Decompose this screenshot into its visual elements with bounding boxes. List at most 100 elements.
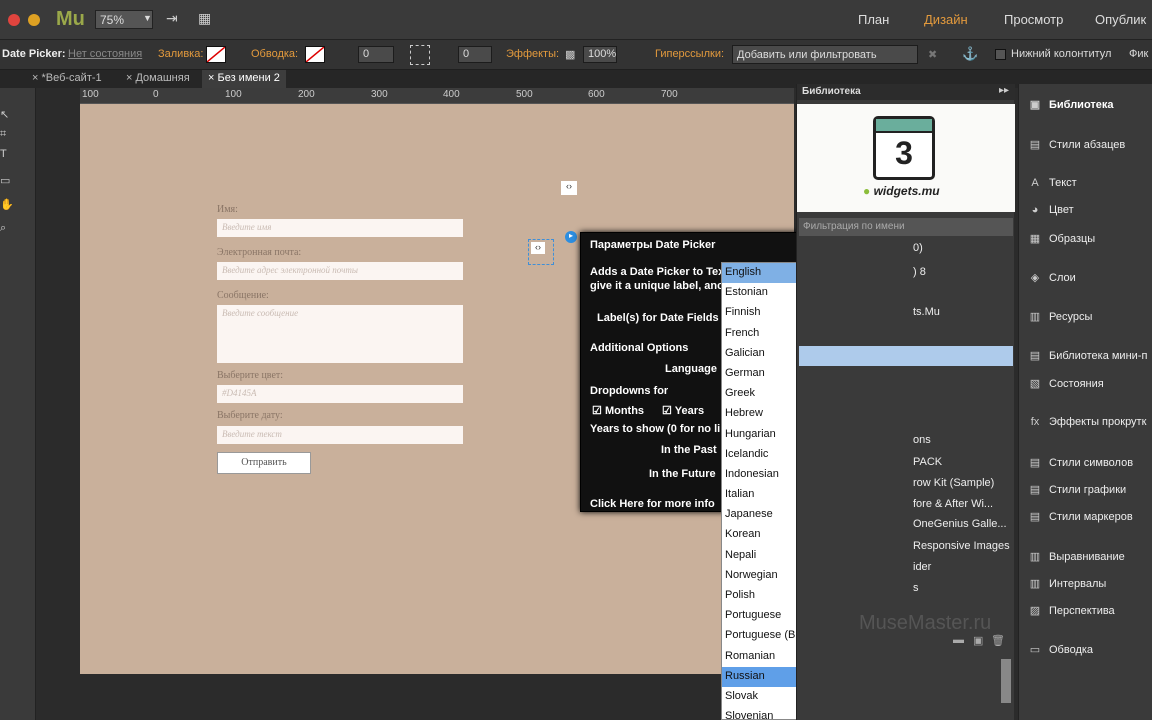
- library-item[interactable]: ider: [913, 561, 931, 573]
- expand-icon[interactable]: ▸▸: [999, 85, 1009, 96]
- panel-label: Образцы: [1049, 233, 1096, 245]
- footer-checkbox[interactable]: [995, 49, 1006, 60]
- panel-assets[interactable]: ▥ Ресурсы: [1027, 310, 1093, 323]
- place-icon[interactable]: ⇥: [166, 10, 178, 27]
- assets-icon: ▥: [1029, 311, 1041, 323]
- library-item[interactable]: ts.Mu: [913, 306, 940, 318]
- years-checkbox[interactable]: ☑ Years: [662, 404, 704, 417]
- library-item[interactable]: ) 8: [913, 266, 926, 278]
- labels-field-label: Label(s) for Date Fields: [597, 312, 719, 324]
- panel-label: Текст: [1049, 177, 1077, 189]
- selection-tool-icon[interactable]: ↖: [0, 108, 9, 121]
- opacity-input[interactable]: 100%: [583, 46, 617, 63]
- menu-plan[interactable]: План: [858, 12, 889, 27]
- library-item[interactable]: OneGenius Galle...: [913, 518, 1007, 530]
- panel-perspective[interactable]: ▨ Перспектива: [1027, 604, 1115, 617]
- view-mode-icon[interactable]: ▦: [198, 10, 211, 27]
- more-info-link[interactable]: Click Here for more info: [590, 498, 715, 510]
- close-window-icon[interactable]: [8, 14, 20, 26]
- tab-untitled-2[interactable]: × Без имени 2: [202, 70, 286, 88]
- tab-home[interactable]: × Домашняя: [120, 70, 196, 88]
- library-filter-input[interactable]: Фильтрация по имени: [799, 218, 1013, 236]
- panel-layers[interactable]: ◈ Слои: [1027, 271, 1076, 284]
- text-tool-icon[interactable]: T: [0, 148, 7, 160]
- ruler-tick: 100: [225, 89, 242, 100]
- panel-scroll-effects[interactable]: fx Эффекты прокрутк: [1027, 416, 1147, 428]
- widget-placeholder-icon: ‹›: [531, 242, 545, 254]
- menu-preview[interactable]: Просмотр: [1004, 12, 1063, 27]
- panel-spacing[interactable]: ▥ Интервалы: [1027, 577, 1107, 590]
- panel-label: Слои: [1049, 272, 1076, 284]
- menu-design[interactable]: Дизайн: [924, 12, 968, 27]
- state-select[interactable]: Нет состояния: [68, 48, 142, 60]
- date-input[interactable]: Введите текст: [217, 426, 463, 444]
- email-input[interactable]: Введите адрес электронной почты: [217, 262, 463, 280]
- widget-placeholder-icon[interactable]: ‹›: [561, 181, 577, 195]
- library-item[interactable]: s: [913, 582, 919, 594]
- chevron-down-icon[interactable]: ▼: [143, 13, 152, 23]
- add-library-icon[interactable]: ▣: [973, 634, 983, 647]
- panel-swatches[interactable]: ▦ Образцы: [1027, 232, 1095, 245]
- library-selected-row[interactable]: [799, 346, 1013, 366]
- trash-icon[interactable]: 🗑: [991, 634, 1005, 647]
- panel-character-styles[interactable]: ▤ Стили символов: [1027, 456, 1133, 469]
- stroke-width-input[interactable]: 0: [358, 46, 394, 63]
- tab-website-1[interactable]: × *Веб-сайт-1: [26, 70, 108, 88]
- dropdowns-for-label: Dropdowns for: [590, 385, 669, 397]
- crop-tool-icon[interactable]: ⌗: [0, 128, 6, 141]
- panel-mini-library[interactable]: ▤ Библиотека мини-п: [1027, 349, 1148, 362]
- library-scroll-thumb[interactable]: [1001, 659, 1011, 703]
- widget-options-icon[interactable]: ▸: [565, 231, 577, 243]
- library-item[interactable]: 0): [913, 242, 923, 254]
- hand-tool-icon[interactable]: ✋: [0, 198, 14, 211]
- minimize-window-icon[interactable]: [28, 14, 40, 26]
- selected-widget-frame[interactable]: ‹›: [528, 239, 554, 265]
- corner-radius-icon: [410, 45, 430, 65]
- swatches-icon: ▦: [1029, 233, 1041, 245]
- hyperlink-select[interactable]: Добавить или фильтровать: [732, 45, 918, 64]
- panel-label: Перспектива: [1049, 605, 1115, 617]
- tools-and-vertical-ruler: ↖ ⌗ T ▭ ✋ ⌕: [0, 88, 48, 720]
- calendar-icon: 3: [873, 116, 935, 180]
- panel-label: Стили маркеров: [1049, 511, 1133, 523]
- effects-label: Эффекты:: [506, 48, 560, 60]
- corner-radius-input[interactable]: 0: [458, 46, 492, 63]
- library-item[interactable]: PACK: [913, 456, 942, 468]
- rectangle-tool-icon[interactable]: ▭: [0, 174, 10, 187]
- submit-button[interactable]: Отправить: [217, 452, 311, 474]
- panel-library[interactable]: ▣ Библиотека: [1027, 98, 1114, 111]
- anchor-icon[interactable]: ⚓: [962, 46, 978, 62]
- panel-color[interactable]: ◕ Цвет: [1027, 204, 1074, 216]
- spacing-icon: ▥: [1029, 578, 1041, 590]
- months-checkbox[interactable]: ☑ Months: [592, 404, 644, 417]
- years-to-show-label: Years to show (0 for no li: [590, 423, 721, 435]
- panel-stroke[interactable]: ▭ Обводка: [1027, 643, 1093, 656]
- panel-text[interactable]: A Текст: [1027, 177, 1077, 189]
- message-input[interactable]: Введите сообщение: [217, 305, 463, 363]
- dialog-title: Параметры Date Picker: [590, 239, 716, 251]
- new-folder-icon[interactable]: ▬: [953, 634, 964, 646]
- menu-publish[interactable]: Опублик: [1095, 12, 1146, 27]
- library-item[interactable]: Responsive Images: [913, 540, 1010, 552]
- ruler-tick: 600: [588, 89, 605, 100]
- library-item[interactable]: row Kit (Sample): [913, 477, 994, 489]
- panel-graphic-styles[interactable]: ▤ Стили графики: [1027, 483, 1126, 496]
- panel-align[interactable]: ▥ Выравнивание: [1027, 550, 1125, 563]
- panel-bullet-styles[interactable]: ▤ Стили маркеров: [1027, 510, 1133, 523]
- fill-swatch[interactable]: [206, 46, 226, 63]
- panel-label: Обводка: [1049, 644, 1094, 656]
- name-input[interactable]: Введите имя: [217, 219, 463, 237]
- library-item[interactable]: ons: [913, 434, 931, 446]
- zoom-tool-icon[interactable]: ⌕: [0, 222, 6, 235]
- stroke-swatch[interactable]: [305, 46, 325, 63]
- horizontal-ruler: 100 0 100 200 300 400 500 600 700: [80, 88, 794, 104]
- panel-paragraph-styles[interactable]: ▤ Стили абзацев: [1027, 138, 1125, 151]
- message-label: Сообщение:: [217, 290, 269, 301]
- fix-label: Фик: [1129, 48, 1149, 60]
- library-item[interactable]: fore & After Wi...: [913, 498, 993, 510]
- dialog-desc-2: give it a unique label, anc: [590, 280, 724, 292]
- panel-label: Эффекты прокрутк: [1049, 416, 1147, 428]
- panel-states[interactable]: ▧ Состояния: [1027, 377, 1104, 390]
- clear-link-icon[interactable]: ✖: [928, 48, 937, 61]
- color-input[interactable]: #D4145A: [217, 385, 463, 403]
